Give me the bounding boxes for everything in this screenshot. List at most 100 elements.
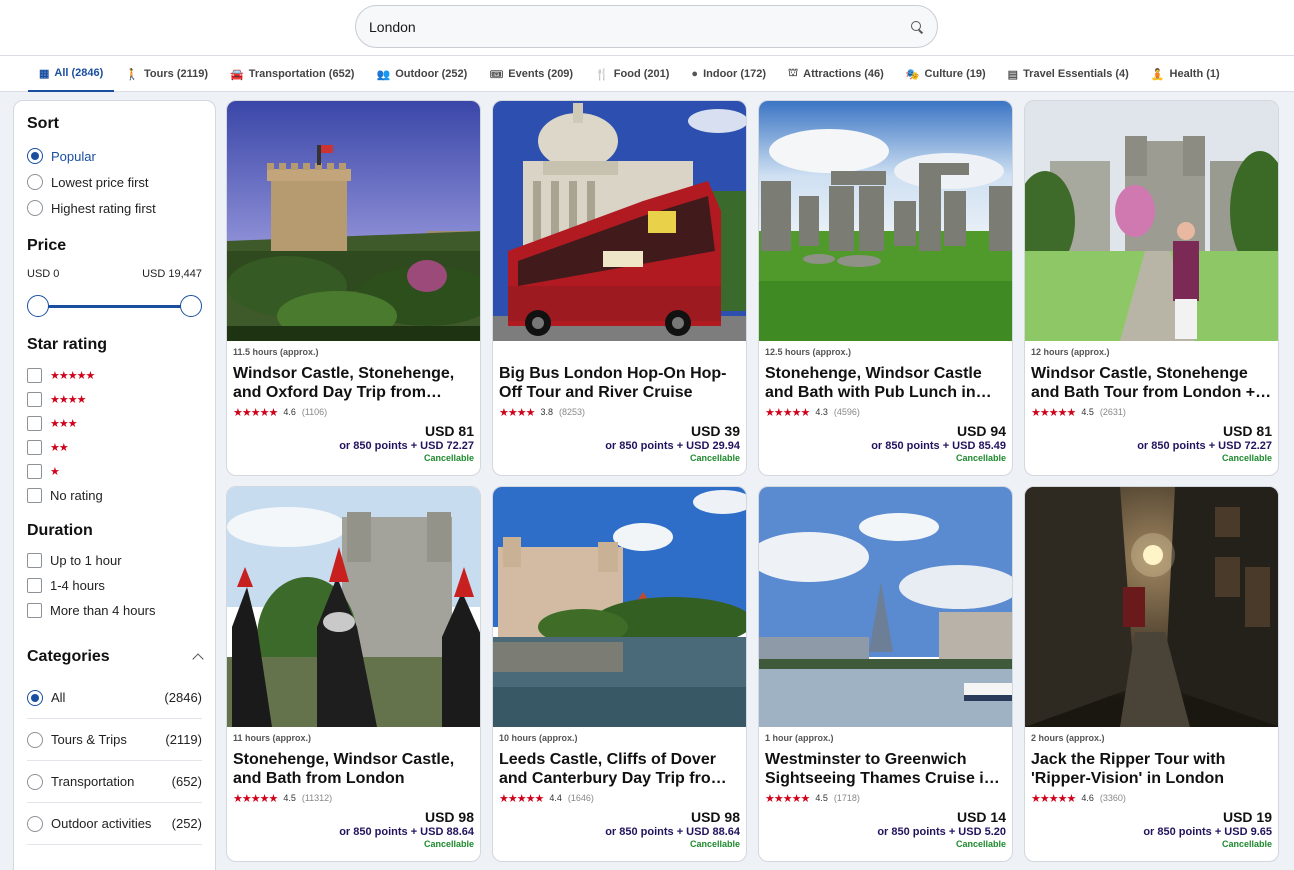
radio[interactable]: [27, 815, 43, 832]
tab-outdoor[interactable]: 👥 Outdoor (252): [365, 56, 478, 92]
activity-card[interactable]: 12.5 hours (approx.) Stonehenge, Windsor…: [758, 100, 1013, 476]
duration-1-4-hours[interactable]: 1-4 hours: [27, 578, 202, 593]
checkbox[interactable]: [27, 488, 42, 503]
card-duration: [499, 347, 740, 358]
sort-option-label: Lowest price first: [51, 174, 149, 190]
tab-indoor[interactable]: ● Indoor (172): [680, 56, 777, 92]
people-icon: 👥: [376, 68, 391, 81]
star-filter-2[interactable]: ★★: [27, 440, 202, 455]
radio[interactable]: [27, 731, 43, 748]
ticket-icon: 🎟: [489, 68, 504, 81]
search-input[interactable]: [369, 18, 910, 35]
activity-card[interactable]: 1 hour (approx.) Westminster to Greenwic…: [758, 486, 1013, 862]
tab-events[interactable]: 🎟 Events (209): [478, 56, 584, 92]
checkbox[interactable]: [27, 368, 42, 383]
radio-selected[interactable]: [27, 148, 43, 164]
checkbox[interactable]: [27, 603, 42, 618]
price-max-handle[interactable]: [180, 295, 202, 317]
sort-highest-rating-option[interactable]: Highest rating first: [27, 200, 202, 216]
review-count: (11312): [301, 793, 333, 803]
tab-label: Outdoor (252): [395, 68, 468, 80]
duration-more-than-4-hours[interactable]: More than 4 hours: [27, 603, 202, 618]
tab-all[interactable]: ▦ All (2846): [28, 56, 115, 92]
card-title[interactable]: Big Bus London Hop-On Hop-Off Tour and R…: [499, 364, 740, 402]
rating-value: 4.3: [815, 407, 828, 417]
star-rating-icons: ★★★★★: [765, 406, 810, 419]
star-filter-1[interactable]: ★: [27, 464, 202, 479]
star-rating-icons: ★★★★★: [233, 792, 278, 805]
radio[interactable]: [27, 174, 43, 190]
tab-tours[interactable]: 🚶 Tours (2119): [114, 56, 219, 92]
price-slider[interactable]: [27, 294, 202, 318]
card-rating: ★★★★★ 4.5 (1718): [765, 791, 1006, 805]
activity-card[interactable]: 12 hours (approx.) Windsor Castle, Stone…: [1024, 100, 1279, 476]
card-title[interactable]: Jack the Ripper Tour with 'Ripper-Vision…: [1031, 750, 1272, 788]
duration-up-to-1-hour[interactable]: Up to 1 hour: [27, 553, 202, 568]
duration-heading: Duration: [27, 522, 93, 539]
card-title[interactable]: Westminster to Greenwich Sightseeing Tha…: [765, 750, 1006, 788]
tab-travel-essentials[interactable]: ▤ Travel Essentials (4): [997, 56, 1140, 92]
category-all[interactable]: All (2846): [27, 677, 202, 719]
tab-culture[interactable]: 🎭 Culture (19): [895, 56, 997, 92]
cancellable-badge: Cancellable: [1221, 453, 1272, 463]
sort-popular-option[interactable]: Popular: [27, 148, 202, 164]
checkbox[interactable]: [27, 440, 42, 455]
radio[interactable]: [27, 773, 43, 790]
price-points: or 850 points + USD 5.20: [877, 826, 1006, 838]
activity-card[interactable]: 11 hours (approx.) Stonehenge, Windsor C…: [226, 486, 481, 862]
tab-health[interactable]: 🧘 Health (1): [1140, 56, 1231, 92]
review-count: (1106): [301, 407, 328, 417]
card-duration: 11.5 hours (approx.): [233, 347, 319, 357]
activity-card[interactable]: 10 hours (approx.) Leeds Castle, Cliffs …: [492, 486, 747, 862]
stonehenge-image: [759, 101, 1012, 341]
card-title[interactable]: Windsor Castle, Stonehenge and Bath Tour…: [1031, 364, 1272, 402]
card-title[interactable]: Leeds Castle, Cliffs of Dover and Canter…: [499, 750, 740, 788]
card-duration: 12 hours (approx.): [1031, 347, 1110, 357]
radio[interactable]: [27, 200, 43, 216]
checkbox[interactable]: [27, 392, 42, 407]
categories-header[interactable]: Categories: [27, 648, 204, 666]
category-count: (2846): [164, 690, 202, 705]
star-filter-3[interactable]: ★★★: [27, 416, 202, 431]
search-icon[interactable]: [910, 20, 924, 34]
chevron-up-icon[interactable]: [192, 653, 204, 665]
search-bar[interactable]: [355, 5, 938, 48]
duration-label: More than 4 hours: [50, 603, 156, 618]
card-title[interactable]: Stonehenge, Windsor Castle, and Bath fro…: [233, 750, 474, 788]
category-transportation[interactable]: Transportation (652): [27, 761, 202, 803]
activity-card[interactable]: Big Bus London Hop-On Hop-Off Tour and R…: [492, 100, 747, 476]
no-rating-filter[interactable]: No rating: [27, 488, 202, 503]
price-min-handle[interactable]: [27, 295, 49, 317]
checkbox[interactable]: [27, 416, 42, 431]
card-title[interactable]: Stonehenge, Windsor Castle and Bath with…: [765, 364, 1006, 402]
category-tours-trips[interactable]: Tours & Trips (2119): [27, 719, 202, 761]
cancellable-badge: Cancellable: [423, 839, 474, 849]
tab-transportation[interactable]: 🚘 Transportation (652): [219, 56, 365, 92]
star-filter-4[interactable]: ★★★★: [27, 392, 202, 407]
review-count: (3360): [1099, 793, 1126, 803]
star-filter-5[interactable]: ★★★★★: [27, 368, 202, 383]
activity-card[interactable]: 11.5 hours (approx.) Windsor Castle, Sto…: [226, 100, 481, 476]
card-rating: ★★★★★ 4.6 (1106): [233, 405, 474, 419]
tab-food[interactable]: 🍴 Food (201): [584, 56, 680, 92]
sort-option-label: Popular: [51, 148, 96, 164]
tab-label: All (2846): [54, 67, 104, 79]
category-label: All: [51, 690, 66, 705]
sort-heading: Sort: [27, 115, 59, 132]
card-price: USD 39 or 850 points + USD 29.94 Cancell…: [605, 423, 740, 463]
checkbox[interactable]: [27, 553, 42, 568]
rating-value: 4.5: [283, 793, 296, 803]
category-label: Transportation: [51, 774, 135, 789]
category-outdoor-activities[interactable]: Outdoor activities (252): [27, 803, 202, 845]
tab-label: Transportation (652): [248, 68, 355, 80]
tab-label: Food (201): [613, 68, 670, 80]
activity-card[interactable]: 2 hours (approx.) Jack the Ripper Tour w…: [1024, 486, 1279, 862]
card-body: 12 hours (approx.) Windsor Castle, Stone…: [1025, 341, 1278, 475]
card-title[interactable]: Windsor Castle, Stonehenge, and Oxford D…: [233, 364, 474, 402]
sort-lowest-price-option[interactable]: Lowest price first: [27, 174, 202, 190]
checkbox[interactable]: [27, 578, 42, 593]
tab-attractions[interactable]: ⛫ Attractions (46): [777, 56, 895, 92]
star-icons: ★★★★: [50, 394, 86, 406]
checkbox[interactable]: [27, 464, 42, 479]
radio-selected[interactable]: [27, 689, 43, 706]
